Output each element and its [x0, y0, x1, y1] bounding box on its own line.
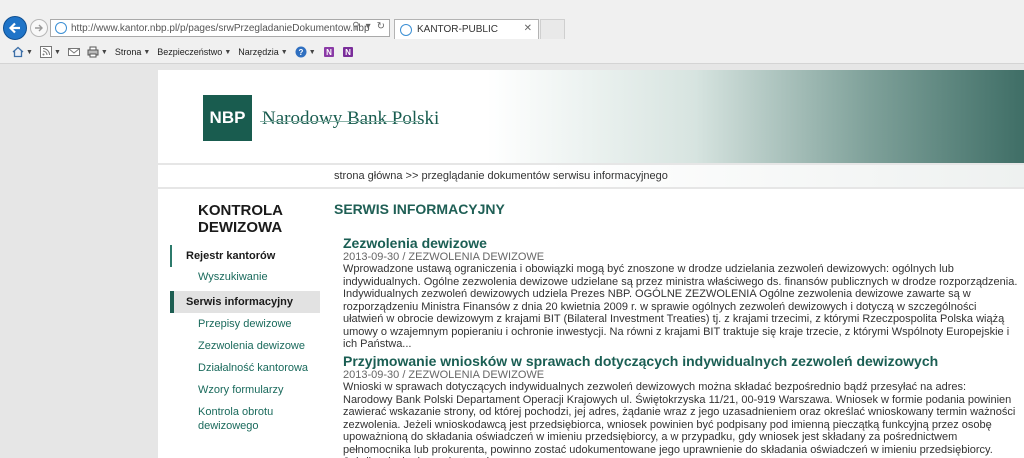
printer-icon — [87, 46, 99, 58]
address-row: http://www.kantor.nbp.pl/p/pages/srwPrze… — [0, 14, 1024, 42]
page: NBP Narodowy Bank Polski strona główna >… — [0, 65, 1024, 458]
onenote-linked-button[interactable]: N — [342, 46, 354, 58]
onenote-linked-icon: N — [342, 47, 353, 57]
tools-menu[interactable]: Narzędzia ▼ — [238, 47, 287, 57]
article-meta: 2013-09-30 / ZEZWOLENIA DEWIZOWE — [343, 369, 545, 381]
search-icon[interactable]: ⚲ — [352, 21, 359, 32]
close-tab-icon[interactable]: ✕ — [524, 23, 532, 34]
logo-divider — [260, 121, 420, 122]
tab-favicon-icon — [400, 23, 412, 36]
logo-mark: NBP — [203, 95, 252, 141]
article-title-link[interactable]: Zezwolenia dewizowe — [343, 235, 1018, 251]
sidebar-item-dzialalnosc-kantorowa[interactable]: Działalność kantorowa — [170, 357, 320, 379]
back-button[interactable] — [3, 16, 27, 40]
help-button[interactable]: ? ▼ — [295, 46, 316, 58]
forward-arrow-icon — [35, 24, 43, 32]
help-icon: ? — [295, 46, 307, 58]
new-tab-button[interactable] — [540, 19, 565, 39]
mail-icon — [67, 48, 80, 56]
back-arrow-icon — [8, 22, 20, 34]
page-menu[interactable]: Strona ▼ — [115, 47, 150, 57]
refresh-icon[interactable]: ↻ — [377, 21, 385, 32]
onenote-button[interactable]: N — [323, 46, 335, 58]
sidebar-item-zezwolenia-dewizowe[interactable]: Zezwolenia dewizowe — [170, 335, 320, 357]
tab-kantor-public[interactable]: KANTOR-PUBLIC ✕ — [394, 19, 539, 39]
feeds-button[interactable]: ▼ — [39, 46, 61, 58]
read-mail-button[interactable] — [67, 46, 80, 58]
address-bar[interactable]: http://www.kantor.nbp.pl/p/pages/srwPrze… — [50, 19, 390, 37]
article-excerpt: Wprowadzone ustawą ograniczenia i obowią… — [343, 263, 1018, 350]
command-bar: ▼ ▼ ▼ Strona ▼ Bezpieczeństwo ▼ Narzędzia ▼… — [0, 42, 1024, 62]
site-header: NBP Narodowy Bank Polski — [158, 70, 1024, 163]
sidebar-title: KONTROLA DEWIZOWA — [198, 202, 283, 236]
home-button[interactable]: ▼ — [12, 46, 33, 58]
ie-favicon-icon — [55, 22, 67, 34]
chevron-down-icon[interactable]: ▾ — [366, 21, 371, 32]
sidebar-item-serwis-informacyjny[interactable]: Serwis informacyjny — [170, 291, 320, 313]
sidebar-item-wzory-formularzy[interactable]: Wzory formularzy — [170, 379, 320, 401]
breadcrumb: strona główna >> przeglądanie dokumentów… — [158, 165, 1024, 187]
security-menu[interactable]: Bezpieczeństwo ▼ — [157, 47, 231, 57]
svg-text:N: N — [326, 48, 332, 57]
rss-icon — [39, 46, 52, 58]
browser-chrome: http://www.kantor.nbp.pl/p/pages/srwPrze… — [0, 0, 1024, 64]
page-title: SERWIS INFORMACYJNY — [334, 201, 505, 217]
svg-text:N: N — [345, 48, 351, 57]
article-title-link[interactable]: Przyjmowanie wniosków w sprawach dotyczą… — [343, 353, 1018, 369]
forward-button[interactable] — [30, 19, 48, 37]
print-button[interactable]: ▼ — [87, 46, 108, 58]
nbp-logo[interactable]: NBP Narodowy Bank Polski — [203, 95, 439, 141]
sidebar: Rejestr kantorów Wyszukiwanie Serwis inf… — [170, 245, 320, 437]
article-excerpt: Wnioski w sprawach dotyczących indywidua… — [343, 381, 1016, 458]
article-meta: 2013-09-30 / ZEZWOLENIA DEWIZOWE — [343, 251, 545, 263]
sidebar-item-przepisy-dewizowe[interactable]: Przepisy dewizowe — [170, 313, 320, 335]
content-area: KONTROLA DEWIZOWA Rejestr kantorów Wyszu… — [158, 189, 1024, 458]
onenote-icon: N — [323, 47, 334, 57]
sidebar-item-wyszukiwanie[interactable]: Wyszukiwanie — [170, 267, 320, 287]
sidebar-item-rejestr-kantorow[interactable]: Rejestr kantorów — [170, 245, 320, 267]
svg-text:?: ? — [298, 48, 303, 57]
article-item: Przyjmowanie wniosków w sprawach dotyczą… — [343, 353, 1018, 458]
home-icon — [12, 46, 24, 58]
sidebar-item-kontrola-obrotu[interactable]: Kontrola obrotu dewizowego — [170, 401, 280, 437]
article-item: Zezwolenia dewizowe 2013-09-30 / ZEZWOLE… — [343, 235, 1018, 351]
logo-name: Narodowy Bank Polski — [262, 108, 440, 129]
tab-title: KANTOR-PUBLIC — [417, 24, 498, 35]
url-text: http://www.kantor.nbp.pl/p/pages/srwPrze… — [71, 22, 370, 34]
